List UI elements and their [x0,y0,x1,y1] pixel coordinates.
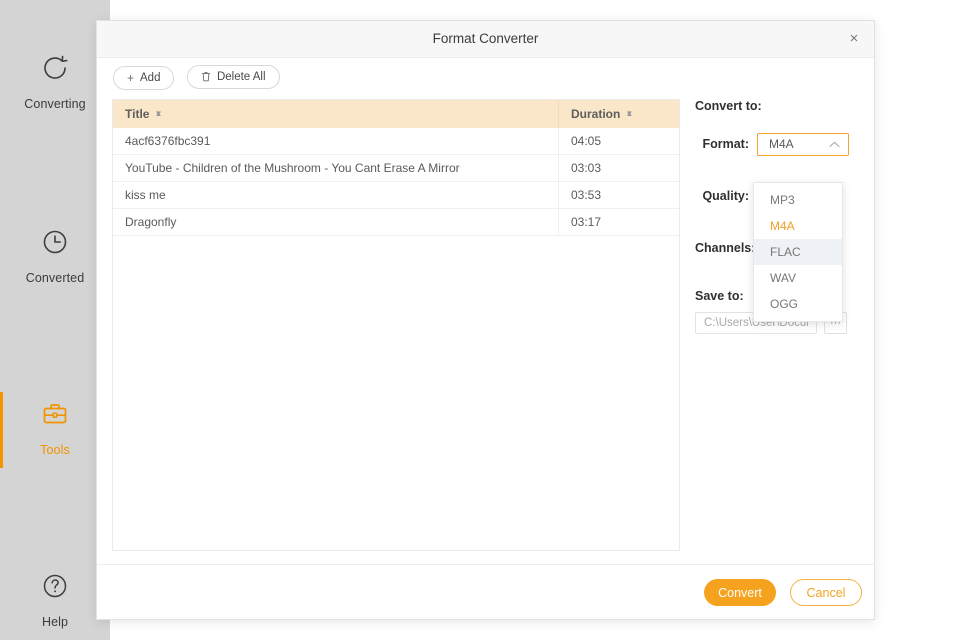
question-circle-icon [0,570,110,606]
format-select[interactable]: M4A [757,133,849,156]
delete-all-button-label: Delete All [217,71,266,83]
dialog-titlebar: Format Converter × [97,21,874,58]
refresh-circle-icon [0,52,110,88]
dialog-title: Format Converter [97,21,874,57]
sidebar-item-tools-label: Tools [0,443,110,457]
format-dropdown-menu: MP3 M4A FLAC WAV OGG [753,182,843,322]
cell-title: YouTube - Children of the Mushroom - You… [113,155,558,181]
dropdown-option-m4a[interactable]: M4A [754,213,842,239]
toolbox-icon [0,398,110,434]
dropdown-option-mp3[interactable]: MP3 [754,187,842,213]
table-row[interactable]: Dragonfly 03:17 [113,209,679,236]
cell-duration: 03:03 [558,155,679,181]
trash-icon [201,71,211,84]
cancel-button[interactable]: Cancel [790,579,862,606]
sidebar-item-help-label: Help [0,615,110,629]
add-button-label: Add [140,72,160,84]
table-row[interactable]: YouTube - Children of the Mushroom - You… [113,155,679,182]
format-converter-dialog: Format Converter × + Add Delete All Titl… [96,20,875,620]
dialog-footer: Convert Cancel [97,564,874,619]
sidebar-item-converted[interactable]: Converted [0,226,110,285]
sidebar-item-converted-label: Converted [0,271,110,285]
convert-button[interactable]: Convert [704,579,776,606]
channels-label: Channels: [695,241,757,255]
file-toolbar: + Add Delete All [113,65,288,90]
cell-duration: 03:17 [558,209,679,235]
cell-title: kiss me [113,182,558,208]
sidebar-item-converting[interactable]: Converting [0,52,110,111]
cell-duration: 03:53 [558,182,679,208]
file-list-table: Title ▲▼ Duration ▲▼ 4acf6376fbc391 04:0… [112,99,680,551]
column-header-duration-label: Duration [571,107,620,121]
format-row: Format: M4A [695,133,863,155]
column-header-duration[interactable]: Duration ▲▼ [558,100,679,128]
delete-all-button[interactable]: Delete All [187,65,280,89]
format-select-value: M4A [769,134,794,155]
column-header-title[interactable]: Title ▲▼ [113,100,558,128]
plus-icon: + [127,72,134,84]
chevron-up-icon [829,134,840,157]
dropdown-option-flac[interactable]: FLAC [754,239,842,265]
table-row[interactable]: kiss me 03:53 [113,182,679,209]
column-header-title-label: Title [125,107,149,121]
format-label: Format: [695,137,757,151]
cell-title: 4acf6376fbc391 [113,128,558,154]
sidebar-item-tools[interactable]: Tools [0,398,110,457]
table-header-row: Title ▲▼ Duration ▲▼ [113,100,679,128]
cell-duration: 04:05 [558,128,679,154]
app-sidebar: Converting Converted Tools [0,0,110,640]
table-row[interactable]: 4acf6376fbc391 04:05 [113,128,679,155]
sidebar-item-converting-label: Converting [0,97,110,111]
convert-to-label: Convert to: [695,99,863,113]
clock-icon [0,226,110,262]
dropdown-option-wav[interactable]: WAV [754,265,842,291]
sidebar-item-help[interactable]: Help [0,570,110,629]
quality-label: Quality: [695,189,757,203]
close-icon[interactable]: × [844,29,864,49]
dropdown-option-ogg[interactable]: OGG [754,291,842,317]
cell-title: Dragonfly [113,209,558,235]
add-button[interactable]: + Add [113,66,174,90]
